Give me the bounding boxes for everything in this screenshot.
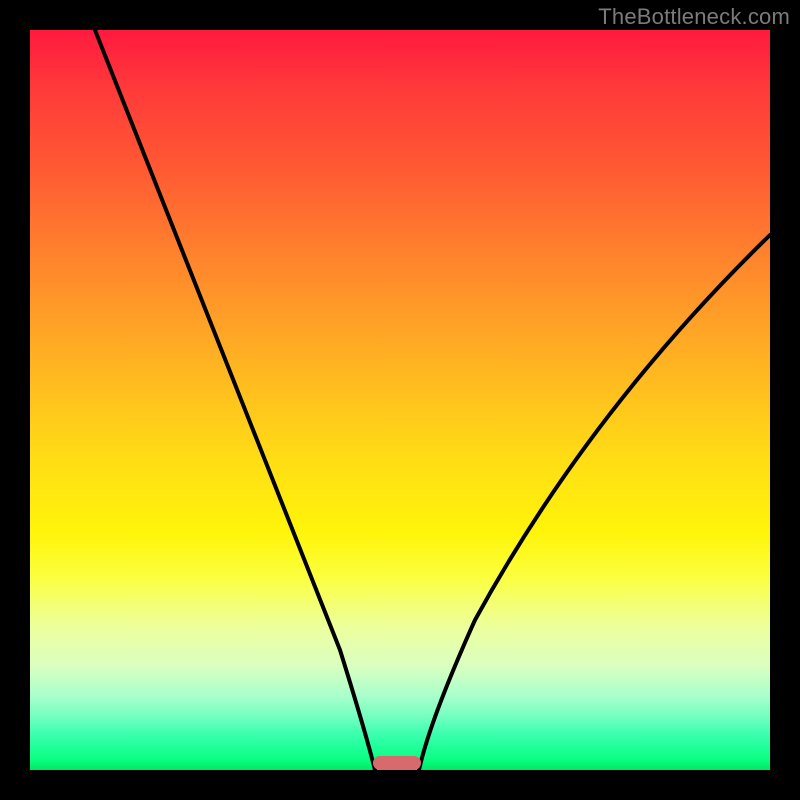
- plot-area: [30, 30, 770, 770]
- watermark-text: TheBottleneck.com: [598, 4, 790, 30]
- bottleneck-marker: [373, 756, 421, 770]
- left-curve: [95, 30, 375, 770]
- curve-layer: [30, 30, 770, 770]
- right-curve: [419, 235, 770, 770]
